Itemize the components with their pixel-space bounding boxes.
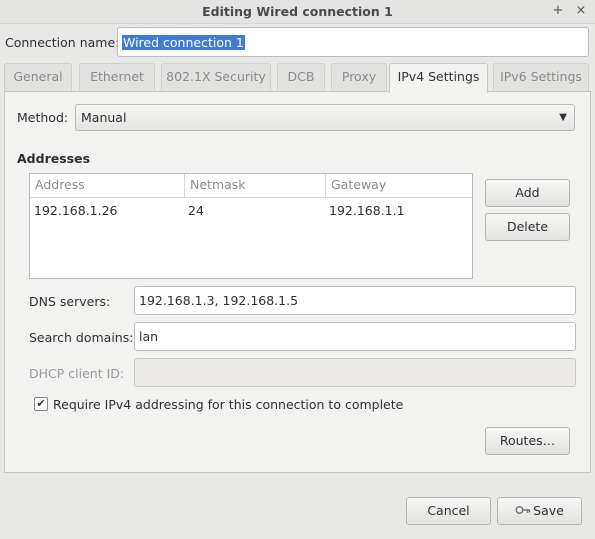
cell-address[interactable]: 192.168.1.26 [30,199,118,223]
close-icon[interactable]: × [573,3,589,19]
require-ipv4-label[interactable]: Require IPv4 addressing for this connect… [53,397,403,412]
tab-general[interactable]: General [4,63,72,91]
dropdown-arrow-icon: ▼ [559,112,567,123]
connection-name-value: Wired connection 1 [122,34,245,50]
addresses-title: Addresses [17,151,91,166]
title-bar: Editing Wired connection 1 + × [0,0,595,24]
window-title: Editing Wired connection 1 [202,4,393,19]
cell-netmask[interactable]: 24 [184,199,204,223]
search-domains-input[interactable]: lan [134,322,576,351]
column-header-address[interactable]: Address [30,174,185,198]
tab-ipv4-settings[interactable]: IPv4 Settings [389,63,488,93]
tab-ipv6-settings[interactable]: IPv6 Settings [493,63,589,91]
method-value: Manual [81,110,127,125]
require-ipv4-checkbox[interactable]: ✔ [34,397,48,411]
tab-dcb[interactable]: DCB [277,63,325,91]
tab-8021x-security[interactable]: 802.1X Security [161,63,271,91]
table-header: Address Netmask Gateway [30,174,472,198]
search-domains-value: lan [139,329,159,344]
column-header-netmask[interactable]: Netmask [185,174,326,198]
search-domains-label: Search domains: [29,330,134,345]
method-label: Method: [17,110,69,125]
dns-servers-label: DNS servers: [29,294,111,309]
method-select[interactable]: Manual ▼ [75,104,575,131]
delete-address-button[interactable]: Delete [485,213,570,241]
cancel-button[interactable]: Cancel [406,497,491,525]
column-header-gateway[interactable]: Gateway [326,174,472,198]
key-icon [515,505,531,515]
ipv4-settings-panel [4,91,591,473]
save-button-label: Save [533,503,564,518]
maximize-icon[interactable]: + [550,3,566,19]
routes-button[interactable]: Routes… [485,427,570,455]
save-button[interactable]: Save [497,497,582,525]
dhcp-client-id-label: DHCP client ID: [29,366,125,381]
connection-name-label: Connection name: [5,35,120,50]
tab-proxy[interactable]: Proxy [331,63,387,91]
cell-gateway[interactable]: 192.168.1.1 [325,199,405,223]
dhcp-client-id-input [134,358,576,387]
add-address-button[interactable]: Add [485,179,570,207]
addresses-table[interactable]: Address Netmask Gateway 192.168.1.26 24 … [29,173,473,279]
connection-name-input[interactable]: Wired connection 1 [117,27,589,57]
tab-bar: General Ethernet 802.1X Security DCB Pro… [4,63,591,93]
table-row[interactable]: 192.168.1.26 24 192.168.1.1 [30,199,472,223]
dns-servers-input[interactable]: 192.168.1.3, 192.168.1.5 [134,286,576,315]
dns-servers-value: 192.168.1.3, 192.168.1.5 [139,293,299,308]
tab-ethernet[interactable]: Ethernet [79,63,155,91]
connection-editor-window: Editing Wired connection 1 + × Connectio… [0,0,595,539]
